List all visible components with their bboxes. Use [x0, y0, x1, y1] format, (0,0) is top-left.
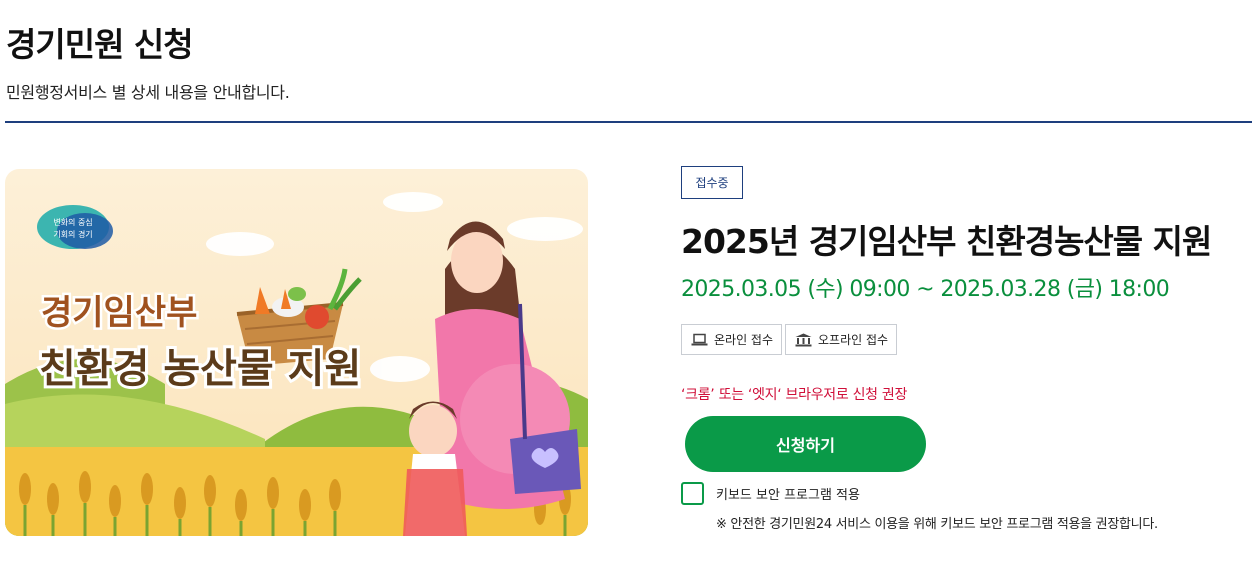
- logo-text-2: 기회의 경기: [53, 229, 92, 239]
- keyboard-security-note: ※ 안전한 경기민원24 서비스 이용을 위해 키보드 보안 프로그램 적용을 …: [716, 517, 1158, 532]
- keyboard-security-option[interactable]: 키보드 보안 프로그램 적용: [681, 482, 860, 505]
- laptop-icon: [691, 333, 708, 347]
- apply-button[interactable]: 신청하기: [685, 416, 926, 472]
- page-subtitle: 민원행정서비스 별 상세 내용을 안내합니다.: [6, 83, 290, 102]
- offline-application-tag: 오프라인 접수: [785, 324, 897, 355]
- browser-notice: ‘크롬’ 또는 ‘엣지‘ 브라우저로 신청 권장: [681, 387, 908, 403]
- keyboard-security-label[interactable]: 키보드 보안 프로그램 적용: [716, 484, 860, 503]
- keyboard-security-checkbox[interactable]: [681, 482, 704, 505]
- building-icon: [795, 333, 812, 347]
- header-divider: [5, 121, 1252, 123]
- logo-text-1: 변화의 중심: [53, 217, 92, 227]
- banner-headline-1: 경기임산부: [41, 293, 197, 333]
- offline-application-label: 오프라인 접수: [818, 333, 889, 347]
- page-title: 경기민원 신청: [6, 25, 194, 64]
- application-period: 2025.03.05 (수) 09:00 ~ 2025.03.28 (금) 18…: [681, 277, 1170, 302]
- status-badge: 접수중: [681, 166, 743, 199]
- service-title: 2025년 경기임산부 친환경농산물 지원: [681, 222, 1212, 261]
- banner-headline-2: 친환경 농산물 지원: [39, 346, 361, 392]
- online-application-tag: 온라인 접수: [681, 324, 782, 355]
- service-banner-image: 변화의 중심 기회의 경기 경기임산부 친환경 농산물 지원: [5, 169, 588, 536]
- online-application-label: 온라인 접수: [714, 333, 774, 347]
